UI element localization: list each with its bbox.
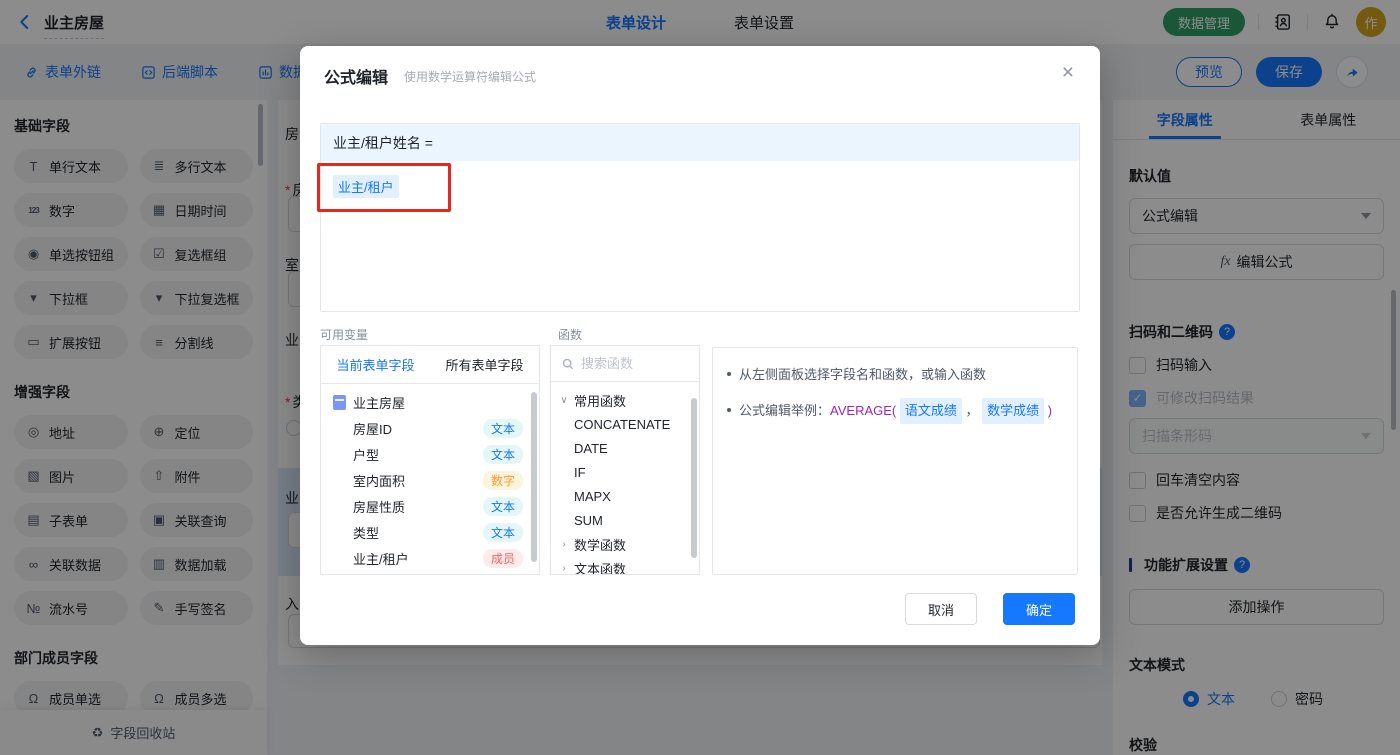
bullet-icon bbox=[727, 408, 731, 412]
type-badge: 文本 bbox=[482, 418, 523, 438]
function-item[interactable]: MAPX bbox=[551, 484, 699, 508]
example-arg-chip: 语文成绩 bbox=[899, 398, 962, 424]
function-group-text[interactable]: › 文本函数 bbox=[551, 556, 699, 575]
variable-row[interactable]: 房屋性质 文本 bbox=[321, 493, 539, 519]
functions-label: 函数 bbox=[558, 328, 583, 342]
tip-line-2: 公式编辑举例：AVERAGE( 语文成绩 ， 数学成绩 ) bbox=[727, 398, 1063, 424]
type-badge: 成员 bbox=[482, 548, 523, 568]
type-badge: 文本 bbox=[482, 444, 523, 464]
function-group-math[interactable]: › 数学函数 bbox=[551, 532, 699, 556]
type-badge: 数字 bbox=[482, 470, 523, 490]
tip-line-1: 从左侧面板选择字段名和函数，或输入函数 bbox=[727, 364, 1063, 386]
caret-right-icon: › bbox=[562, 538, 566, 550]
variables-scrollbar[interactable] bbox=[531, 392, 537, 562]
tab-current-form-fields[interactable]: 当前表单字段 bbox=[321, 346, 430, 383]
variables-label: 可用变量 bbox=[320, 328, 369, 342]
caret-down-icon: ∨ bbox=[560, 394, 568, 406]
tab-all-form-fields[interactable]: 所有表单字段 bbox=[430, 346, 539, 383]
variable-row[interactable]: 户型 文本 bbox=[321, 441, 539, 467]
tips-panel: 从左侧面板选择字段名和函数，或输入函数 公式编辑举例：AVERAGE( 语文成绩… bbox=[712, 347, 1078, 575]
functions-scrollbar[interactable] bbox=[691, 398, 697, 558]
caret-right-icon: › bbox=[562, 562, 566, 574]
function-search bbox=[551, 346, 699, 382]
modal-title: 公式编辑 bbox=[324, 70, 389, 87]
close-icon[interactable]: × bbox=[1062, 62, 1074, 83]
example-function-name: AVERAGE( bbox=[830, 403, 897, 418]
variables-list: 业主房屋 房屋ID 文本 户型 文本 室内面积 数字 房屋性质 文本 类型 文本… bbox=[321, 384, 539, 571]
variables-panel: 当前表单字段 所有表单字段 业主房屋 房屋ID 文本 户型 文本 室内面积 数字… bbox=[320, 345, 540, 575]
variables-tabs: 当前表单字段 所有表单字段 bbox=[321, 346, 539, 384]
function-item[interactable]: SUM bbox=[551, 508, 699, 532]
function-item[interactable]: DATE bbox=[551, 436, 699, 460]
type-badge: 文本 bbox=[482, 496, 523, 516]
modal-subtitle: 使用数学运算符编辑公式 bbox=[404, 70, 537, 84]
variable-form-root[interactable]: 业主房屋 bbox=[321, 389, 539, 415]
confirm-button[interactable]: 确定 bbox=[1003, 593, 1075, 625]
bullet-icon bbox=[727, 372, 731, 376]
formula-box: 业主/租户姓名 = 业主/租户 bbox=[317, 123, 1080, 312]
cancel-button[interactable]: 取消 bbox=[905, 593, 977, 625]
functions-list: ∨ 常用函数 CONCATENATE DATE IF MAPX SUM › 数学… bbox=[551, 382, 699, 575]
modal-footer: 取消 确定 bbox=[905, 593, 1075, 625]
function-group-common[interactable]: ∨ 常用函数 bbox=[551, 388, 699, 412]
variable-row[interactable]: 业主/租户 成员 bbox=[321, 545, 539, 571]
type-badge: 文本 bbox=[482, 522, 523, 542]
formula-target-label: 业主/租户姓名 = bbox=[321, 124, 1079, 161]
function-search-input[interactable] bbox=[581, 356, 681, 371]
formula-edit-modal: 公式编辑 使用数学运算符编辑公式 × 业主/租户姓名 = 业主/租户 可用变量 … bbox=[300, 46, 1100, 645]
variable-row[interactable]: 类型 文本 bbox=[321, 519, 539, 545]
function-item[interactable]: IF bbox=[551, 460, 699, 484]
red-annotation-box bbox=[317, 163, 451, 212]
example-arg-chip: 数学成绩 bbox=[982, 398, 1045, 424]
app-root: 业主房屋 表单设计 表单设置 数据管理 作 表单外链 后端脚本 预览 保存 基础… bbox=[0, 0, 1400, 755]
variable-row[interactable]: 室内面积 数字 bbox=[321, 467, 539, 493]
functions-panel: ∨ 常用函数 CONCATENATE DATE IF MAPX SUM › 数学… bbox=[550, 345, 700, 575]
form-doc-icon bbox=[333, 394, 346, 410]
variable-row[interactable]: 房屋ID 文本 bbox=[321, 415, 539, 441]
search-icon bbox=[561, 357, 575, 371]
function-item[interactable]: CONCATENATE bbox=[551, 412, 699, 436]
